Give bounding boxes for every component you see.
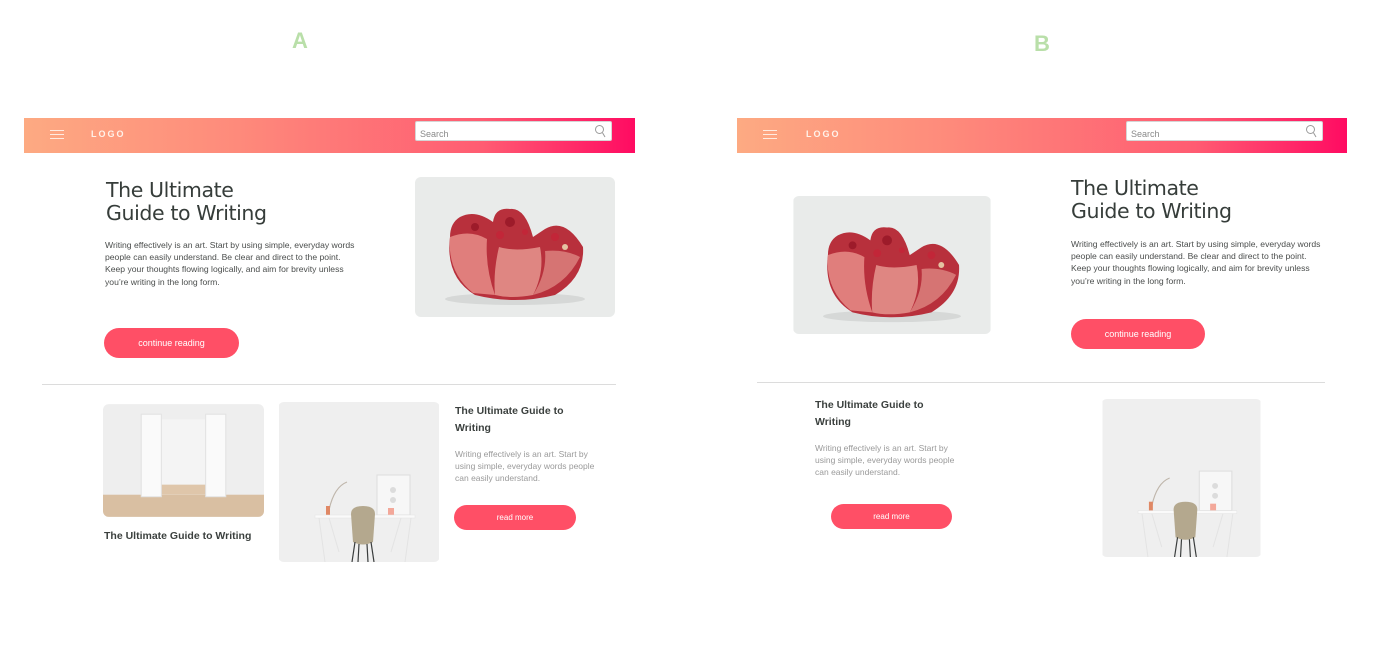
navbar: LOGO xyxy=(24,118,635,153)
hero-title: The Ultimate Guide to Writing xyxy=(1071,177,1232,223)
search-icon[interactable] xyxy=(1305,124,1317,138)
hero-title-line2: Guide to Writing xyxy=(1071,199,1232,223)
hero-title-line1: The Ultimate xyxy=(106,178,234,202)
read-more-button[interactable]: read more xyxy=(454,505,576,530)
search-icon[interactable] xyxy=(594,124,606,138)
hero-body: Writing effectively is an art. Start by … xyxy=(105,240,355,287)
hero-title-line2: Guide to Writing xyxy=(106,201,267,225)
variant-b-frame: LOGO The Ultimate Guide to Writing Writi… xyxy=(737,118,1348,578)
hero-title: The Ultimate Guide to Writing xyxy=(106,179,267,225)
search-input[interactable] xyxy=(416,125,586,143)
card-title[interactable]: The Ultimate Guide to Writing xyxy=(815,397,955,430)
logo[interactable]: LOGO xyxy=(806,129,841,139)
card-title[interactable]: The Ultimate Guide to Writing xyxy=(455,403,595,436)
logo[interactable]: LOGO xyxy=(91,129,126,139)
card-title[interactable]: The Ultimate Guide to Writing xyxy=(104,528,264,545)
desk-chair-image xyxy=(1101,399,1262,557)
card-body: Writing effectively is an art. Start by … xyxy=(455,449,595,483)
desk-chair-image xyxy=(278,402,440,562)
hero-title-line1: The Ultimate xyxy=(1071,176,1199,200)
variant-a-frame: LOGO The Ultimate Guide to Writing Writi… xyxy=(24,118,635,578)
search-box xyxy=(1126,121,1323,143)
search-input[interactable] xyxy=(1127,125,1297,143)
search-box xyxy=(415,121,612,143)
continue-reading-button[interactable]: continue reading xyxy=(104,328,239,358)
read-more-button[interactable]: read more xyxy=(831,504,952,529)
variant-a-label: A xyxy=(292,28,308,53)
section-divider xyxy=(757,382,1325,383)
pomegranate-image xyxy=(793,196,991,334)
open-doors-image xyxy=(103,404,264,517)
hero-body: Writing effectively is an art. Start by … xyxy=(1071,239,1321,286)
pomegranate-image xyxy=(415,177,615,317)
hamburger-menu-icon[interactable] xyxy=(50,130,64,140)
hamburger-menu-icon[interactable] xyxy=(763,130,777,140)
variant-b-label: B xyxy=(1034,31,1050,56)
continue-reading-button[interactable]: continue reading xyxy=(1071,319,1205,349)
navbar: LOGO xyxy=(737,118,1347,153)
section-divider xyxy=(42,384,616,385)
card-body: Writing effectively is an art. Start by … xyxy=(815,443,955,477)
